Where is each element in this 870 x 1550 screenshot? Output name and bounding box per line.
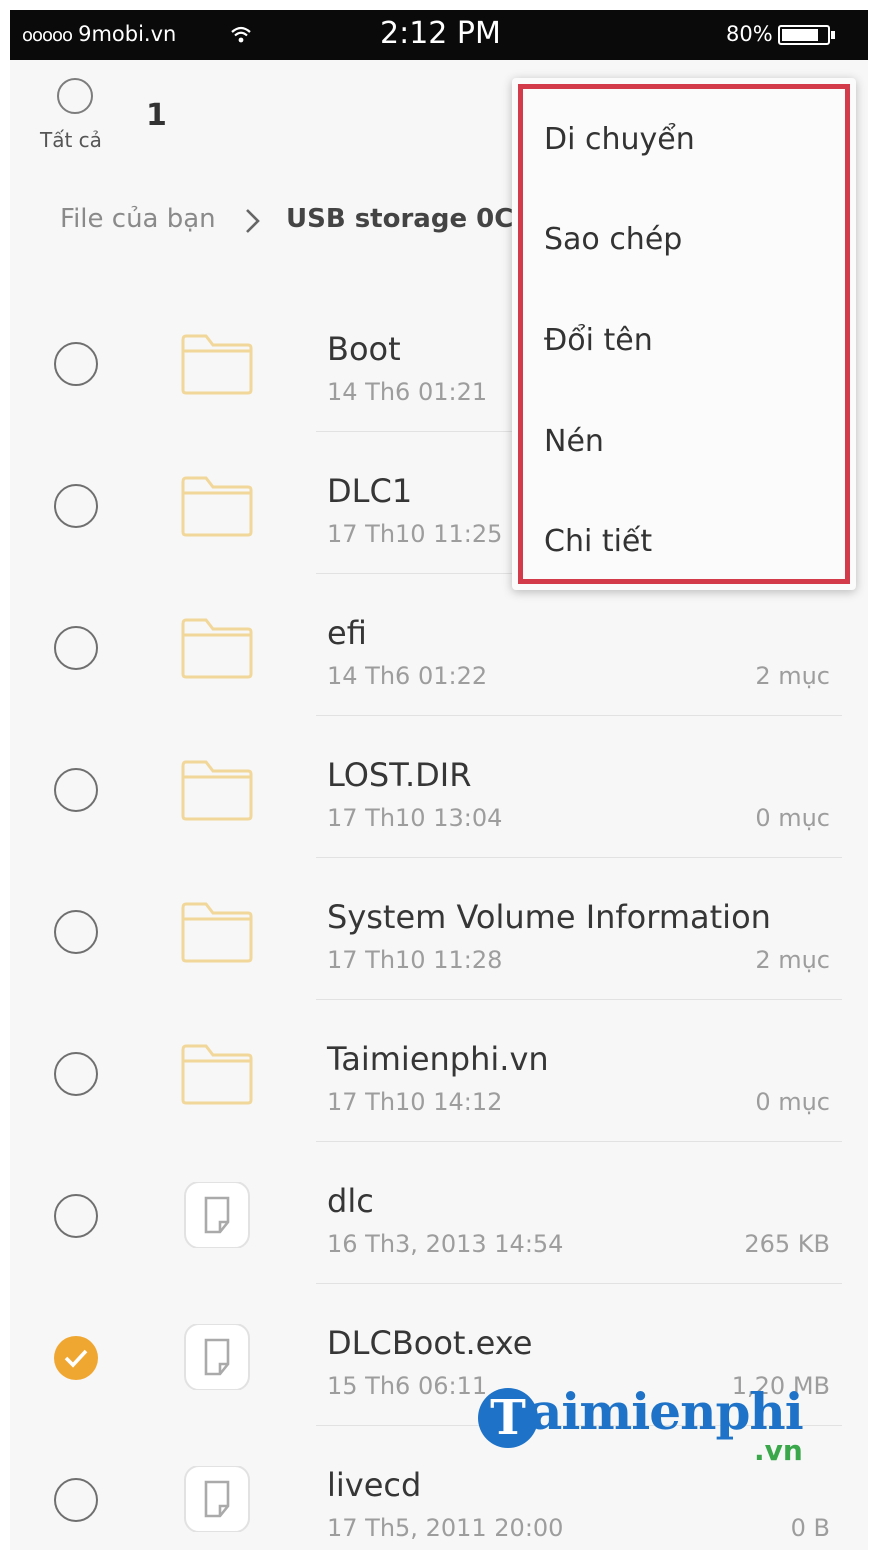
file-name: Boot [327, 330, 401, 368]
file-row[interactable]: efi 14 Th6 01:22 2 mục [10, 574, 868, 716]
file-name: Taimienphi.vn [327, 1040, 549, 1078]
menu-item-details[interactable]: Chi tiết [544, 524, 652, 559]
file-name: efi [327, 614, 367, 652]
select-radio[interactable] [54, 342, 98, 386]
watermark-initial: T [478, 1388, 538, 1448]
select-all-label[interactable]: Tất cả [40, 128, 102, 152]
battery-percent: 80% [726, 22, 773, 46]
file-date: 17 Th10 13:04 [327, 804, 503, 832]
file-icon [180, 1323, 254, 1391]
file-date: 15 Th6 06:11 [327, 1372, 488, 1400]
select-radio[interactable] [54, 626, 98, 670]
select-radio[interactable] [54, 1194, 98, 1238]
file-name: livecd [327, 1466, 422, 1504]
selected-count: 1 [146, 98, 167, 133]
folder-icon [180, 898, 254, 964]
file-name: DLCBoot.exe [327, 1324, 533, 1362]
file-meta: 0 B [790, 1514, 830, 1542]
checked-checkbox[interactable] [54, 1336, 98, 1380]
file-icon [180, 1465, 254, 1533]
file-date: 14 Th6 01:21 [327, 378, 488, 406]
file-row[interactable]: Taimienphi.vn 17 Th10 14:12 0 mục [10, 1000, 868, 1142]
folder-icon [180, 472, 254, 538]
menu-item-copy[interactable]: Sao chép [544, 222, 682, 257]
carrier: ooooo 9mobi.vn [22, 22, 176, 46]
file-meta: 2 mục [755, 946, 830, 974]
wifi-icon [230, 24, 252, 46]
chevron-right-icon [242, 208, 264, 233]
file-name: LOST.DIR [327, 756, 472, 794]
file-date: 16 Th3, 2013 14:54 [327, 1230, 564, 1258]
watermark-logo: T aimienphi .vn [472, 1378, 822, 1478]
file-date: 17 Th10 11:28 [327, 946, 503, 974]
battery-icon [778, 25, 835, 45]
file-icon [180, 1181, 254, 1249]
menu-item-rename[interactable]: Đổi tên [544, 323, 653, 358]
select-radio[interactable] [54, 1052, 98, 1096]
breadcrumb-root[interactable]: File của bạn [60, 204, 216, 234]
watermark-brand: aimienphi [530, 1382, 804, 1441]
file-meta: 0 mục [755, 1088, 830, 1116]
phone-screen: ooooo 9mobi.vn 2:12 PM 80% Tất cả 1 File … [10, 10, 868, 1550]
folder-icon [180, 614, 254, 680]
select-radio[interactable] [54, 484, 98, 528]
file-date: 17 Th10 11:25 [327, 520, 503, 548]
folder-icon [180, 330, 254, 396]
select-radio[interactable] [54, 768, 98, 812]
clock: 2:12 PM [380, 16, 501, 51]
file-date: 17 Th5, 2011 20:00 [327, 1514, 564, 1542]
status-bar: ooooo 9mobi.vn 2:12 PM 80% [10, 10, 868, 60]
file-meta: 265 KB [744, 1230, 830, 1258]
menu-item-compress[interactable]: Nén [544, 424, 604, 459]
select-radio[interactable] [54, 1478, 98, 1522]
menu-item-move[interactable]: Di chuyển [544, 122, 695, 157]
select-all-radio[interactable] [57, 78, 93, 114]
file-name: System Volume Information [327, 898, 771, 936]
folder-icon [180, 1040, 254, 1106]
file-row[interactable]: dlc 16 Th3, 2013 14:54 265 KB [10, 1142, 868, 1284]
file-meta: 2 mục [755, 662, 830, 690]
file-name: dlc [327, 1182, 374, 1220]
file-meta: 0 mục [755, 804, 830, 832]
file-name: DLC1 [327, 472, 413, 510]
signal-dots: ooooo [22, 25, 73, 46]
breadcrumb-current[interactable]: USB storage 0C4 [286, 204, 531, 234]
file-row[interactable]: LOST.DIR 17 Th10 13:04 0 mục [10, 716, 868, 858]
file-date: 14 Th6 01:22 [327, 662, 488, 690]
folder-icon [180, 756, 254, 822]
file-date: 17 Th10 14:12 [327, 1088, 503, 1116]
context-menu: Di chuyển Sao chép Đổi tên Nén Chi tiết [512, 78, 856, 590]
file-row[interactable]: System Volume Information 17 Th10 11:28 2 … [10, 858, 868, 1000]
select-radio[interactable] [54, 910, 98, 954]
watermark-tld: .vn [754, 1434, 803, 1467]
carrier-name: 9mobi.vn [78, 22, 177, 46]
